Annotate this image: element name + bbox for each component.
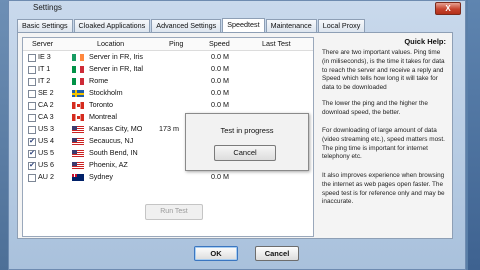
column-ping[interactable]: Ping bbox=[169, 39, 183, 49]
help-paragraph: It also improves experience when browsin… bbox=[322, 172, 445, 206]
server-checkbox[interactable]: ✔ bbox=[28, 162, 36, 170]
server-code: IE 3 bbox=[38, 52, 51, 61]
tab-local-proxy[interactable]: Local Proxy bbox=[317, 19, 366, 32]
server-location: Montreal bbox=[89, 112, 117, 121]
it-flag-icon bbox=[72, 66, 84, 73]
server-location: Server in FR, Iris bbox=[89, 52, 143, 61]
server-speed: 0.0 M bbox=[211, 172, 229, 181]
tab-advanced-settings[interactable]: Advanced Settings bbox=[151, 19, 222, 32]
server-code: US 4 bbox=[38, 136, 54, 145]
server-code: IT 2 bbox=[38, 76, 51, 85]
server-location: Secaucus, NJ bbox=[89, 136, 134, 145]
run-test-button[interactable]: Run Test bbox=[145, 204, 203, 220]
server-location: Kansas City, MO bbox=[89, 124, 143, 133]
server-ping: 173 m bbox=[159, 124, 179, 133]
server-speed: 0.0 M bbox=[211, 76, 229, 85]
server-location: Toronto bbox=[89, 100, 113, 109]
server-checkbox[interactable] bbox=[28, 90, 36, 98]
ie-flag-icon bbox=[72, 54, 84, 61]
server-checkbox[interactable] bbox=[28, 66, 36, 74]
server-code: US 3 bbox=[38, 124, 54, 133]
us-flag-icon bbox=[72, 162, 84, 169]
title-bar: Settings X bbox=[9, 1, 465, 15]
server-location: Sydney bbox=[89, 172, 113, 181]
desktop-background-left bbox=[0, 0, 8, 270]
server-code: CA 3 bbox=[38, 112, 54, 121]
server-code: US 6 bbox=[38, 160, 54, 169]
server-speed: 0.0 M bbox=[211, 100, 229, 109]
ok-button[interactable]: OK bbox=[194, 246, 238, 261]
help-paragraph: There are two important values. Ping tim… bbox=[322, 49, 445, 92]
server-code: AU 2 bbox=[38, 172, 54, 181]
server-location: Phoenix, AZ bbox=[89, 160, 128, 169]
au-flag-icon bbox=[72, 174, 84, 181]
server-checkbox[interactable] bbox=[28, 54, 36, 62]
server-row[interactable]: CA 2 Toronto 0.0 M bbox=[23, 99, 313, 111]
desktop-background-right bbox=[468, 0, 480, 270]
help-title: Quick Help: bbox=[404, 37, 446, 46]
ca-flag-icon bbox=[72, 102, 84, 109]
server-location: Stockholm bbox=[89, 88, 123, 97]
progress-message: Test in progress bbox=[220, 126, 274, 135]
cancel-button[interactable]: Cancel bbox=[255, 246, 299, 261]
us-flag-icon bbox=[72, 138, 84, 145]
server-checkbox[interactable] bbox=[28, 114, 36, 122]
server-checkbox[interactable] bbox=[28, 174, 36, 182]
server-row[interactable]: IE 3 Server in FR, Iris 0.0 M bbox=[23, 51, 313, 63]
help-paragraph: The lower the ping and the higher the do… bbox=[322, 100, 428, 116]
server-row[interactable]: SE 2 Stockholm 0.0 M bbox=[23, 87, 313, 99]
list-header: Server Location Ping Speed Last Test bbox=[23, 38, 313, 51]
server-checkbox[interactable] bbox=[28, 102, 36, 110]
tab-maintenance[interactable]: Maintenance bbox=[265, 19, 317, 32]
server-checkbox[interactable] bbox=[28, 126, 36, 134]
server-code: CA 2 bbox=[38, 100, 54, 109]
server-checkbox[interactable] bbox=[28, 78, 36, 86]
server-code: US 5 bbox=[38, 148, 54, 157]
tab-cloaked-applications[interactable]: Cloaked Applications bbox=[73, 19, 151, 32]
server-location: South Bend, IN bbox=[89, 148, 138, 157]
help-paragraph: For downloading of large amount of data … bbox=[322, 127, 445, 161]
server-checkbox[interactable]: ✔ bbox=[28, 138, 36, 146]
tab-basic-settings[interactable]: Basic Settings bbox=[17, 19, 73, 32]
column-location[interactable]: Location bbox=[97, 39, 124, 49]
tab-speedtest[interactable]: Speedtest bbox=[222, 18, 265, 32]
server-location: Rome bbox=[89, 76, 109, 85]
server-speed: 0.0 M bbox=[211, 64, 229, 73]
quick-help: Quick Help: There are two important valu… bbox=[320, 37, 450, 237]
it-flag-icon bbox=[72, 78, 84, 85]
server-location: Server in FR, Ital bbox=[89, 64, 143, 73]
column-speed[interactable]: Speed bbox=[209, 39, 230, 49]
test-progress-dialog: Test in progress Cancel bbox=[185, 113, 309, 171]
us-flag-icon bbox=[72, 126, 84, 133]
server-speed: 0.0 M bbox=[211, 52, 229, 61]
ca-flag-icon bbox=[72, 114, 84, 121]
server-code: SE 2 bbox=[38, 88, 54, 97]
settings-window: Settings X Basic Settings Cloaked Applic… bbox=[8, 0, 466, 270]
cancel-test-button[interactable]: Cancel bbox=[214, 145, 276, 161]
se-flag-icon bbox=[72, 90, 84, 97]
server-speed: 0.0 M bbox=[211, 88, 229, 97]
close-button[interactable]: X bbox=[435, 2, 461, 15]
column-server[interactable]: Server bbox=[32, 39, 53, 49]
server-code: IT 1 bbox=[38, 64, 51, 73]
window-title: Settings bbox=[33, 3, 62, 12]
us-flag-icon bbox=[72, 150, 84, 157]
tab-bar: Basic Settings Cloaked Applications Adva… bbox=[17, 18, 366, 32]
server-row[interactable]: AU 2 Sydney 0.0 M bbox=[23, 171, 313, 183]
server-row[interactable]: IT 2 Rome 0.0 M bbox=[23, 75, 313, 87]
server-checkbox[interactable]: ✔ bbox=[28, 150, 36, 158]
server-row[interactable]: IT 1 Server in FR, Ital 0.0 M bbox=[23, 63, 313, 75]
column-last-test[interactable]: Last Test bbox=[262, 39, 291, 49]
